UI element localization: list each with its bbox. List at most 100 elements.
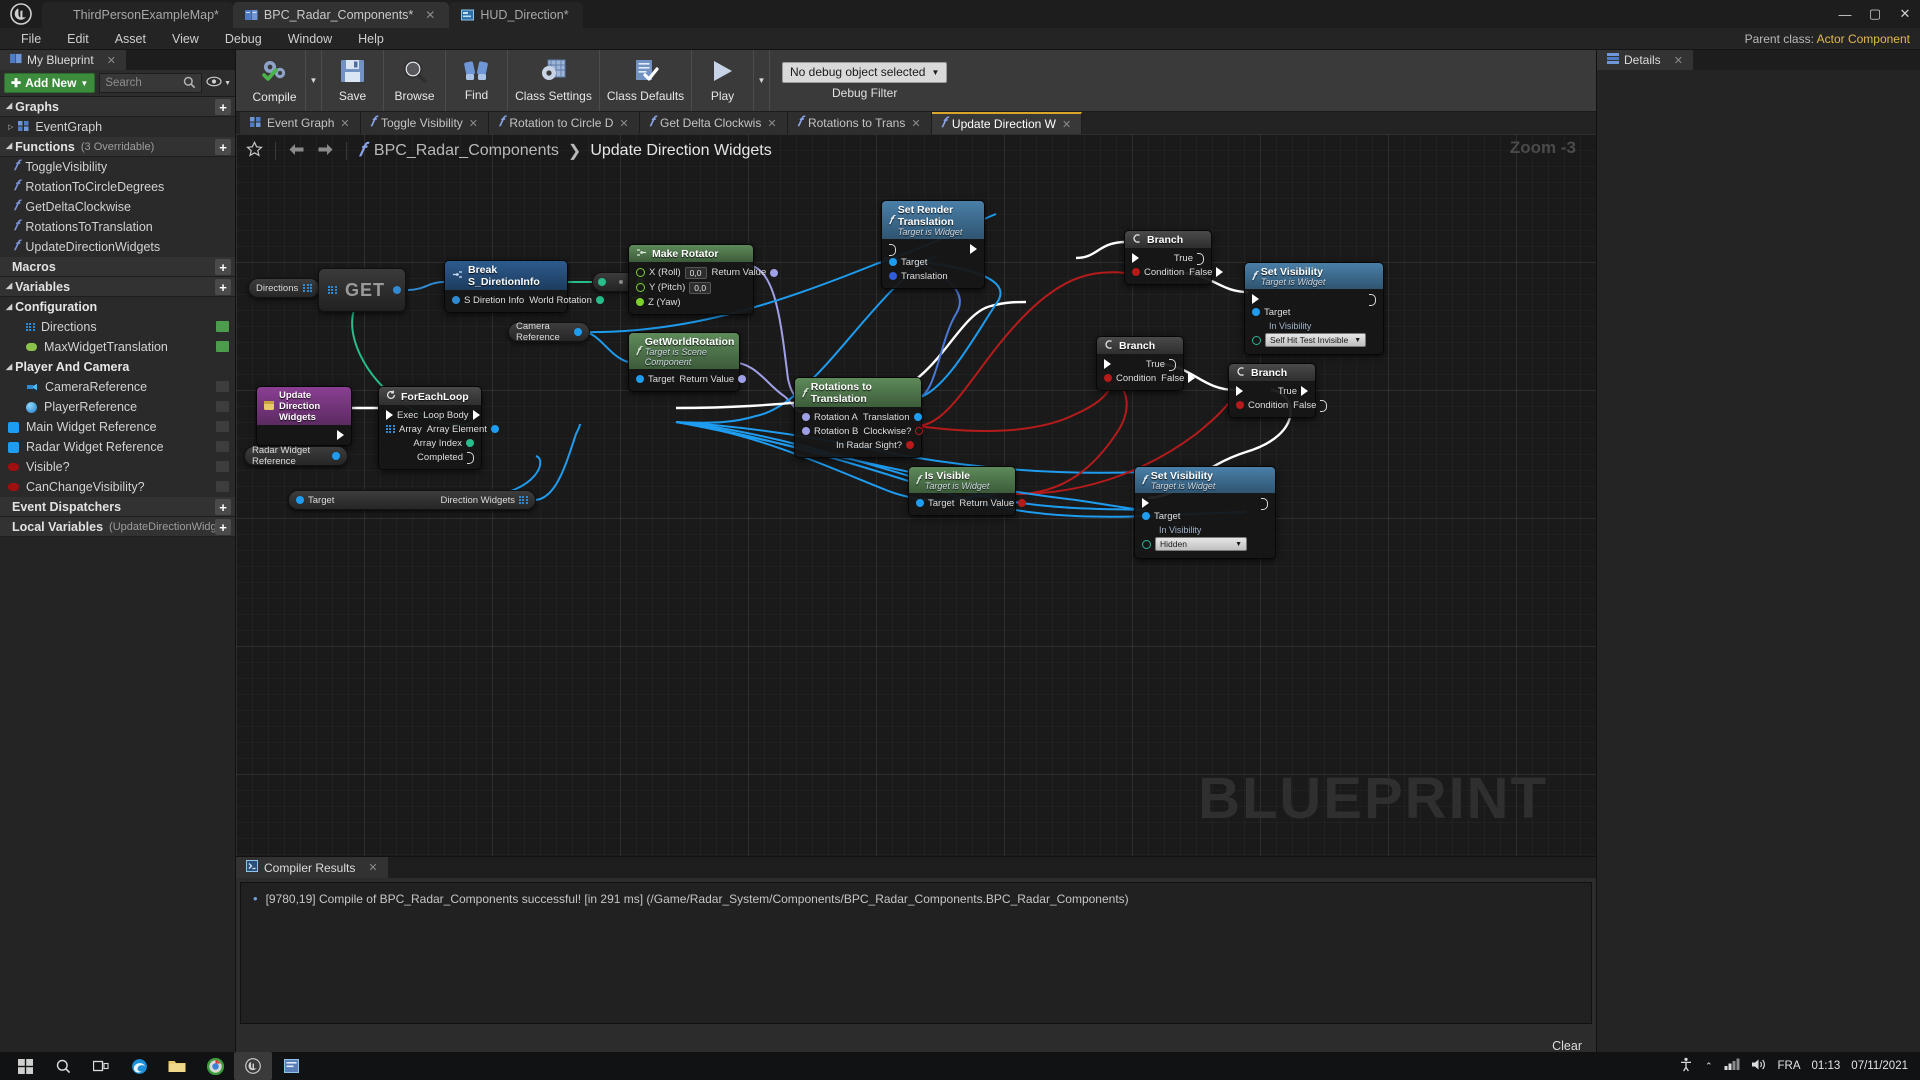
input-pin-z-yaw[interactable]: Z (Yaw) (636, 297, 681, 308)
tab-rotations-to-translation[interactable]: 𝑓 Rotations to Trans ✕ (787, 112, 932, 134)
section-variables[interactable]: ◢ Variables + (0, 277, 235, 297)
input-pin-y-pitch[interactable]: Y (Pitch) 0,0 (636, 281, 712, 294)
explorer-icon[interactable] (158, 1052, 196, 1080)
output-pin-return-value[interactable]: Return Value (959, 498, 1027, 509)
node-directions-variable[interactable]: Directions (248, 278, 320, 298)
input-pin-rotation-a[interactable]: Rotation A (802, 412, 858, 423)
input-pin-in-vis[interactable]: Self Hit Test Invisible ▼ (1252, 333, 1376, 347)
node-update-direction-widgets-entry[interactable]: Update Direction Widgets (256, 386, 352, 446)
x-roll-input[interactable]: 0,0 (684, 266, 707, 279)
node-direction-widgets-getter[interactable]: Target Direction Widgets (288, 490, 536, 510)
close-icon[interactable]: ✕ (911, 117, 920, 130)
add-graph-button[interactable]: + (215, 99, 231, 115)
output-array-element-pin[interactable]: Array Element (427, 424, 499, 435)
input-exec-pin[interactable] (1104, 359, 1111, 369)
close-icon[interactable]: ✕ (340, 117, 349, 130)
menu-item-window[interactable]: Window (275, 28, 345, 50)
input-array-pin[interactable]: Array (386, 424, 422, 435)
node-get-world-rotation[interactable]: 𝑓 GetWorldRotation Target is Scene Compo… (628, 332, 747, 392)
input-exec-pin[interactable] (1252, 293, 1259, 304)
debug-object-select[interactable]: No debug object selected ▼ (782, 61, 948, 83)
variable-toggle[interactable] (215, 460, 230, 473)
output-pin[interactable] (332, 452, 340, 460)
window-tab-blueprint[interactable]: BPC_Radar_Components* ✕ (232, 2, 450, 28)
sidebar-item-updatedirectionwidgets[interactable]: 𝑓 UpdateDirectionWidgets (0, 237, 235, 257)
section-local-variables[interactable]: Local Variables (UpdateDirectionWidg + (0, 517, 235, 537)
menu-item-file[interactable]: File (8, 28, 54, 50)
output-false-pin[interactable]: False (1293, 400, 1328, 412)
variable-toggle[interactable] (215, 420, 230, 433)
node-set-render-translation[interactable]: 𝑓 Set Render Translation Target is Widge… (881, 200, 985, 289)
input-exec-pin[interactable] (889, 243, 896, 256)
compiler-results-log[interactable]: • [9780,19] Compile of BPC_Radar_Compone… (240, 882, 1592, 1024)
sidebar-item-rotationtocircledegrees[interactable]: 𝑓 RotationToCircleDegrees (0, 177, 235, 197)
close-icon[interactable]: ✕ (1062, 118, 1071, 131)
variable-toggle[interactable] (215, 380, 230, 393)
volume-icon[interactable] (1751, 1058, 1767, 1074)
node-branch-3[interactable]: Branch True Condition False (1228, 363, 1328, 418)
input-exec-pin[interactable] (1132, 253, 1139, 263)
input-pin-s-direction-info[interactable]: S Diretion Info (452, 295, 524, 306)
node-rotations-to-translation[interactable]: 𝑓 Rotations to Translation Rotation A Tr… (794, 377, 924, 458)
chevron-up-icon[interactable]: ⌃ (1705, 1061, 1713, 1072)
breadcrumb-root[interactable]: BPC_Radar_Components (374, 142, 559, 160)
clock-date[interactable]: 07/11/2021 (1851, 1060, 1908, 1072)
output-true-pin[interactable]: True (1174, 253, 1204, 265)
section-graphs[interactable]: ◢ Graphs + (0, 97, 235, 117)
input-pin-target[interactable]: Target (916, 498, 954, 509)
play-dropdown-button[interactable]: ▼ (754, 50, 770, 111)
minimize-button[interactable]: — (1830, 0, 1860, 28)
reroute-input-pin[interactable] (598, 278, 606, 286)
output-true-pin[interactable]: True (1146, 359, 1176, 371)
menu-item-asset[interactable]: Asset (102, 28, 159, 50)
output-false-pin[interactable]: False (1189, 267, 1224, 278)
variable-category-configuration[interactable]: ◢ Configuration (0, 297, 235, 317)
section-functions[interactable]: ◢ Functions (3 Overridable) + (0, 137, 235, 157)
output-pin-clockwise[interactable]: Clockwise? (863, 426, 924, 437)
input-pin-x-roll[interactable]: X (Roll) 0,0 (636, 266, 707, 279)
tab-update-direction-widgets[interactable]: 𝑓 Update Direction W ✕ (931, 112, 1083, 134)
visibility-select[interactable]: Self Hit Test Invisible ▼ (1265, 333, 1367, 347)
input-pin-rotation-b[interactable]: Rotation B (802, 426, 858, 437)
close-icon[interactable]: ✕ (767, 117, 776, 130)
node-branch-1[interactable]: Branch True Condition False (1124, 230, 1224, 285)
maximize-button[interactable]: ▢ (1860, 0, 1890, 28)
play-button[interactable]: Play (692, 50, 754, 111)
sidebar-item-directions[interactable]: Directions (0, 317, 235, 337)
output-pin-return-value[interactable]: Return Value (712, 267, 779, 278)
close-icon[interactable]: ✕ (368, 861, 377, 874)
network-icon[interactable] (1724, 1058, 1740, 1074)
tab-get-delta-clockwise[interactable]: 𝑓 Get Delta Clockwis ✕ (639, 112, 788, 134)
node-radar-widget-reference-variable[interactable]: Radar Widget Reference (244, 445, 348, 467)
input-pin-translation[interactable]: Translation (889, 271, 948, 282)
output-loop-body-pin[interactable]: Loop Body (423, 410, 480, 421)
input-pin-target[interactable]: Target (1252, 307, 1290, 318)
sidebar-item-getdeltaclockwise[interactable]: 𝑓 GetDeltaClockwise (0, 197, 235, 217)
sidebar-item-canchangevisibility[interactable]: CanChangeVisibility? (0, 477, 235, 497)
node-get-array-item[interactable]: GET (318, 268, 406, 312)
unreal-icon[interactable] (234, 1052, 272, 1080)
output-pin-translation[interactable]: Translation (863, 412, 922, 423)
variable-toggle[interactable] (215, 400, 230, 413)
add-macro-button[interactable]: + (215, 259, 231, 275)
tab-compiler-results[interactable]: Compiler Results ✕ (236, 857, 388, 878)
input-pin-target[interactable]: Target (889, 257, 927, 268)
add-local-variable-button[interactable]: + (215, 519, 231, 535)
menu-item-help[interactable]: Help (345, 28, 397, 50)
compile-dropdown-button[interactable]: ▼ (306, 50, 322, 111)
app-icon[interactable] (272, 1052, 310, 1080)
output-pin-world-rotation[interactable]: World Rotation (529, 295, 604, 306)
class-defaults-button[interactable]: Class Defaults (600, 50, 692, 111)
sidebar-item-visible[interactable]: Visible? (0, 457, 235, 477)
sidebar-item-main-widget-reference[interactable]: Main Widget Reference (0, 417, 235, 437)
window-tab-hud[interactable]: HUD_Direction* (449, 2, 583, 28)
close-button[interactable]: ✕ (1890, 0, 1920, 28)
sidebar-item-maxwidgettranslation[interactable]: MaxWidgetTranslation (0, 337, 235, 357)
close-icon[interactable]: ✕ (619, 117, 628, 130)
section-event-dispatchers[interactable]: Event Dispatchers + (0, 497, 235, 517)
search-input[interactable]: Search (99, 73, 203, 93)
output-array-index-pin[interactable]: Array Index (413, 438, 474, 449)
clock-time[interactable]: 01:13 (1812, 1060, 1841, 1072)
input-pin-target[interactable]: Target (296, 495, 334, 506)
close-icon[interactable]: ✕ (469, 117, 478, 130)
